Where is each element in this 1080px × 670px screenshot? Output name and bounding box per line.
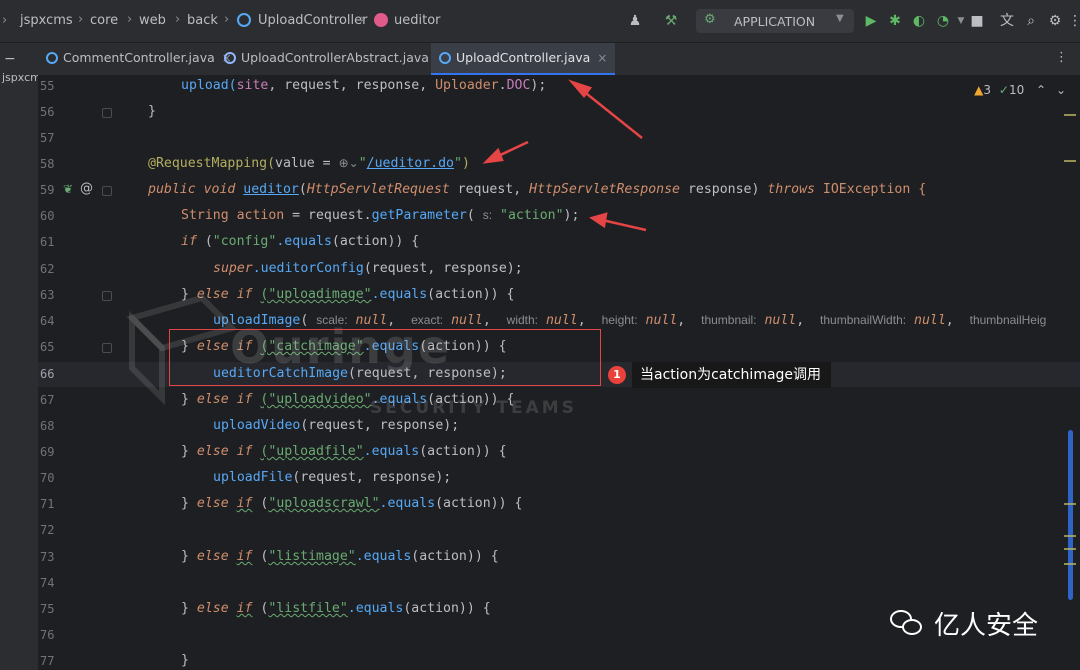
brand-watermark: 亿人安全 [890,605,1038,642]
brand-name: 亿人安全 [934,611,1039,641]
arrowhead [482,147,504,164]
arrow-line [581,89,643,139]
wechat-icon [890,610,924,638]
arrowhead [589,212,608,229]
annotation-arrows [482,79,647,232]
arrow-line [601,218,647,232]
